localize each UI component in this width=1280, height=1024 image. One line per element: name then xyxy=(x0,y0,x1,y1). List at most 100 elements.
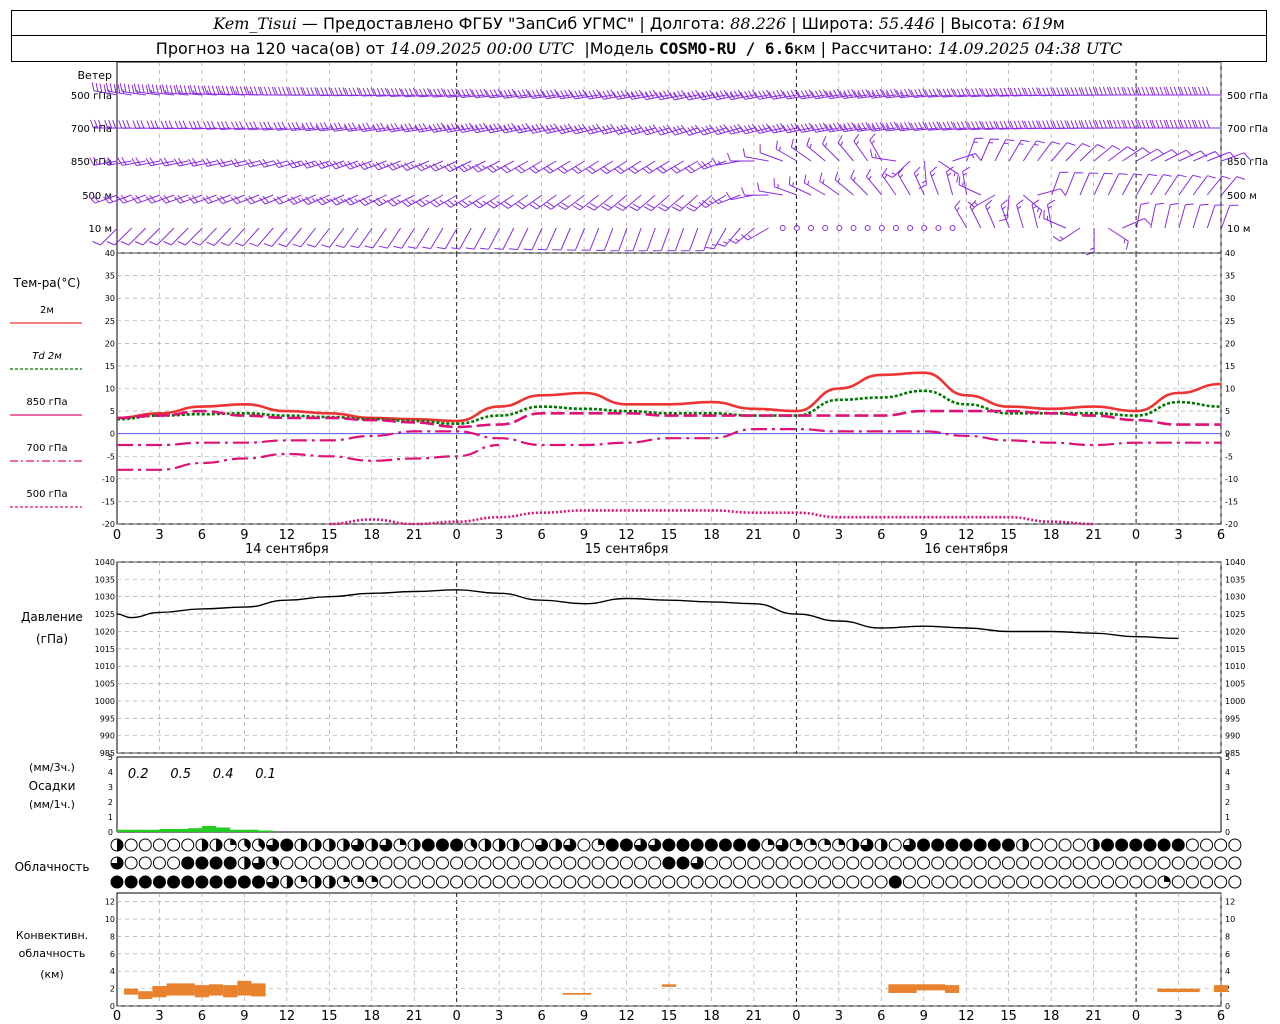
cloud-cover-symbol xyxy=(931,838,945,852)
wind-barb xyxy=(681,227,699,252)
cloud-cover-symbol xyxy=(1044,856,1058,870)
cloud-cover-symbol xyxy=(1185,875,1199,889)
wind-barb xyxy=(629,194,656,212)
conv-hour-tick: 18 xyxy=(703,1009,720,1024)
precip-bar xyxy=(244,829,259,832)
pressure-ytick-left: 1010 xyxy=(95,662,115,671)
cloud-cover-symbol xyxy=(1072,856,1086,870)
cloud-cover-fill xyxy=(499,839,506,851)
wind-barb xyxy=(726,152,755,162)
conv-cloud-bar xyxy=(916,984,945,991)
temp-hour-tick: 18 xyxy=(1043,528,1060,543)
wind-barb xyxy=(834,171,854,196)
wind-barb xyxy=(803,174,826,196)
wind-barb xyxy=(571,160,599,174)
wind-calm-marker xyxy=(935,225,942,231)
cloud-cover-symbol xyxy=(959,875,973,889)
cloud-cover-symbol xyxy=(718,838,732,852)
cloud-cover-symbol xyxy=(152,875,166,889)
wind-barbs xyxy=(88,82,1251,256)
cloud-cover-symbol xyxy=(1115,875,1129,889)
conv-ytick-right: 10 xyxy=(1225,915,1235,924)
wind-barb xyxy=(263,227,288,247)
wind-barb xyxy=(543,194,571,210)
wind-barb xyxy=(1043,209,1066,229)
wind-barb xyxy=(821,135,840,162)
wind-barb xyxy=(954,200,968,229)
cloud-cover-symbol xyxy=(1157,856,1171,870)
temp-hour-tick: 0 xyxy=(792,528,800,543)
conv-ytick-right: 0 xyxy=(1225,1002,1230,1011)
cloud-cover-symbol xyxy=(280,838,294,852)
temp-ytick-left: 35 xyxy=(105,272,115,281)
cloud-cover-symbol xyxy=(662,838,676,852)
conv-cloud-bar xyxy=(166,983,195,996)
precip-ytick-right: 1 xyxy=(1225,813,1230,822)
wind-barb xyxy=(740,227,769,241)
pressure-unit: (гПа) xyxy=(36,632,68,646)
conv-hour-tick: 6 xyxy=(877,1009,885,1024)
wind-barb xyxy=(643,194,670,212)
date-label: 14 сентября xyxy=(245,542,329,557)
cloud-cover-symbol xyxy=(124,856,138,870)
temp-ytick-right: 15 xyxy=(1225,362,1235,371)
cloud-cover-symbol xyxy=(619,856,633,870)
precip-ytick-right: 2 xyxy=(1225,798,1230,807)
cloud-cover-symbol xyxy=(846,856,860,870)
wind-barb xyxy=(451,227,472,250)
cloud-cover-symbol xyxy=(138,856,152,870)
pressure-ytick-left: 1025 xyxy=(95,610,115,619)
temp-hour-tick: 9 xyxy=(580,528,588,543)
conv-cloud-bar xyxy=(945,985,960,993)
wind-barb xyxy=(234,227,260,247)
cloud-cover-symbol xyxy=(1171,838,1185,852)
conv-hour-tick: 0 xyxy=(113,1009,121,1024)
temp-hour-tick: 18 xyxy=(703,528,720,543)
cloud-cover-symbol xyxy=(152,856,166,870)
conv-cloud-bar xyxy=(194,985,209,998)
temp-ytick-right: 35 xyxy=(1225,272,1235,281)
wind-barb xyxy=(1164,203,1179,229)
cloud-cover-symbol xyxy=(138,838,152,852)
wind-barb xyxy=(457,194,486,209)
wind-barb xyxy=(415,194,444,208)
wind-barb xyxy=(657,194,685,212)
conv-ytick-left: 2 xyxy=(110,985,115,994)
wind-barb xyxy=(480,227,501,250)
wind-level-label-left: 10 м xyxy=(89,224,112,235)
cloud-cover-symbol xyxy=(280,856,294,870)
wind-calm-marker xyxy=(921,225,928,231)
temp-series-line xyxy=(117,443,500,471)
wind-barb xyxy=(1023,120,1052,130)
temp-ytick-right: 30 xyxy=(1225,294,1235,303)
precip-ytick-left: 2 xyxy=(108,798,113,807)
wind-calm-marker xyxy=(808,225,815,231)
pressure-ytick-right: 1040 xyxy=(1225,558,1245,567)
wind-barb xyxy=(615,194,642,211)
wind-barb xyxy=(985,199,996,229)
precip-bar xyxy=(201,826,217,832)
pressure-ytick-left: 1015 xyxy=(95,645,115,654)
cloud-cover-symbol xyxy=(1115,856,1129,870)
cloud-cover-symbol xyxy=(1058,875,1072,889)
cloud-cover-symbol xyxy=(789,875,803,889)
temp-legend-label: 500 гПа xyxy=(26,489,67,500)
cloud-cover-symbol xyxy=(407,875,421,889)
wind-barb xyxy=(1136,173,1158,196)
cloud-cover-fill xyxy=(117,839,123,851)
cloud-cover-fill xyxy=(881,839,888,851)
cloud-cover-symbol xyxy=(704,875,718,889)
cloud-cover-symbol xyxy=(733,838,747,852)
precip-bar xyxy=(230,829,245,832)
cloud-cover-symbol xyxy=(1001,875,1015,889)
wind-barb xyxy=(177,227,203,246)
wind-barb xyxy=(897,167,911,196)
wind-barb xyxy=(1108,146,1135,162)
wind-barb xyxy=(725,192,755,201)
cloud-cover-fill xyxy=(371,839,378,851)
wind-barb xyxy=(711,194,741,205)
temp-hour-tick: 3 xyxy=(155,528,163,543)
cloud-cover-symbol xyxy=(181,838,195,852)
cloud-cover-fill xyxy=(315,876,322,888)
wind-barb xyxy=(465,227,486,250)
